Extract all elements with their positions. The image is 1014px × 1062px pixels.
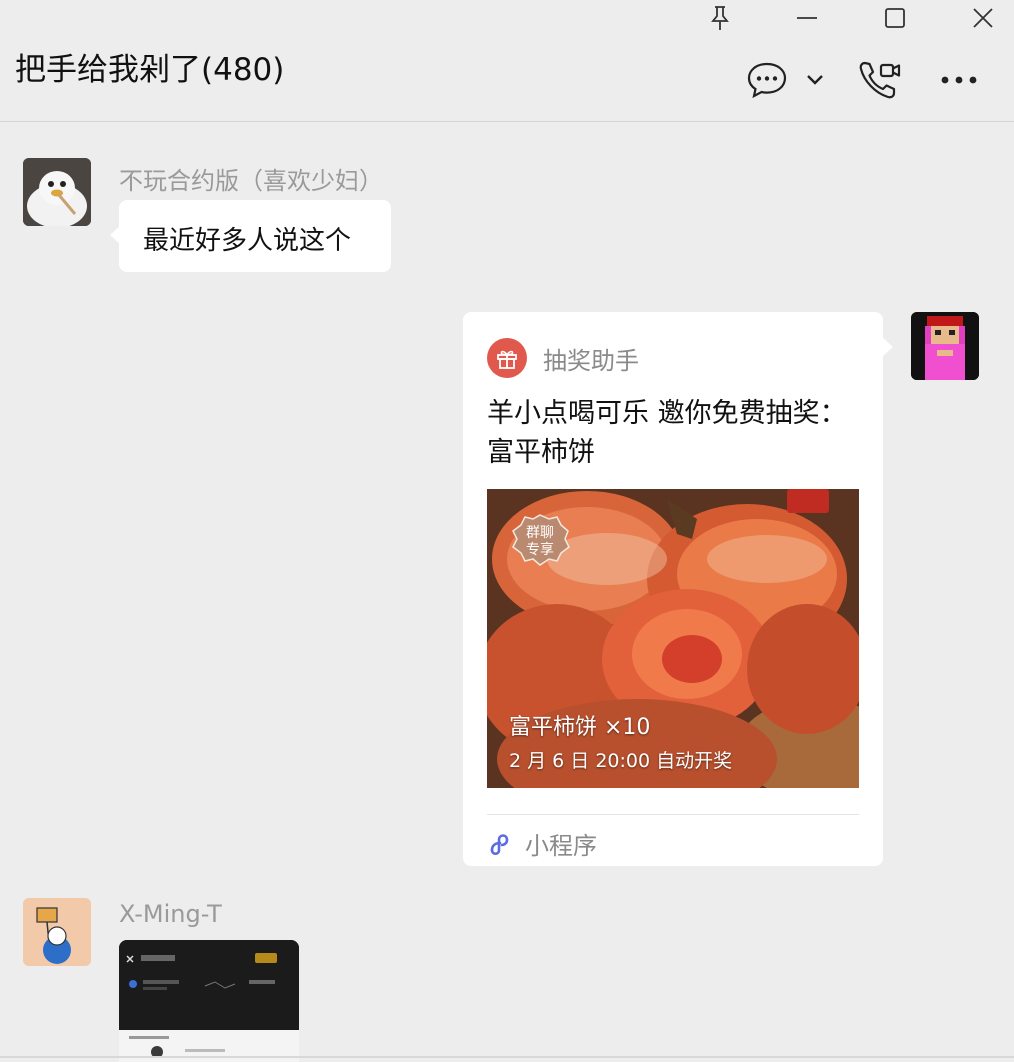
card-badge: 群聊专享 <box>526 525 554 558</box>
draw-time-label: 2 月 6 日 20:00 自动开奖 <box>509 750 733 772</box>
chat-header: 把手给我剁了(480) <box>0 0 1014 122</box>
avatar-cartoon-icon <box>23 898 91 966</box>
avatar-duck-icon <box>23 158 91 226</box>
screenshot-thumbnail <box>119 940 299 1062</box>
chat-dropdown-button[interactable] <box>802 58 828 102</box>
video-call-icon <box>859 61 901 99</box>
avatar[interactable] <box>23 898 91 966</box>
card-image: 群聊专享 富平柿饼 ×10 2 月 6 日 20:00 自动开奖 <box>487 489 859 788</box>
input-divider <box>0 1056 1014 1058</box>
mini-program-card[interactable]: 抽奖助手 羊小点喝可乐 邀你免费抽奖：富平柿饼 群聊专享 富平柿饼 ×10 2 … <box>463 312 893 866</box>
sender-name: 不玩合约版（喜欢少妇） <box>119 167 383 195</box>
card-footer: 小程序 <box>487 826 597 861</box>
mini-program-icon <box>490 833 509 855</box>
gift-icon <box>487 338 527 378</box>
card-title: 羊小点喝可乐 邀你免费抽奖：富平柿饼 <box>487 398 847 468</box>
call-button[interactable] <box>856 58 904 102</box>
message-text: 最近好多人说这个 <box>143 226 352 256</box>
more-button[interactable] <box>936 58 982 102</box>
more-icon <box>941 76 977 84</box>
avatar-self[interactable] <box>911 312 979 380</box>
message-bubble[interactable]: 最近好多人说这个 <box>110 200 391 272</box>
avatar-pixel-icon <box>911 312 979 380</box>
card-app-header: 抽奖助手 <box>487 338 639 378</box>
mini-program-label: 小程序 <box>525 832 597 860</box>
avatar[interactable] <box>23 158 91 226</box>
sender-name: X-Ming-T <box>119 900 222 928</box>
prize-label: 富平柿饼 ×10 <box>509 715 651 740</box>
chat-bubble-icon <box>747 62 787 99</box>
image-message[interactable] <box>119 940 299 1062</box>
chat-title: 把手给我剁了(480) <box>15 52 285 88</box>
chevron-down-icon <box>807 75 823 85</box>
chat-button[interactable] <box>744 58 790 102</box>
card-divider <box>487 814 859 815</box>
card-app-name: 抽奖助手 <box>543 346 639 375</box>
